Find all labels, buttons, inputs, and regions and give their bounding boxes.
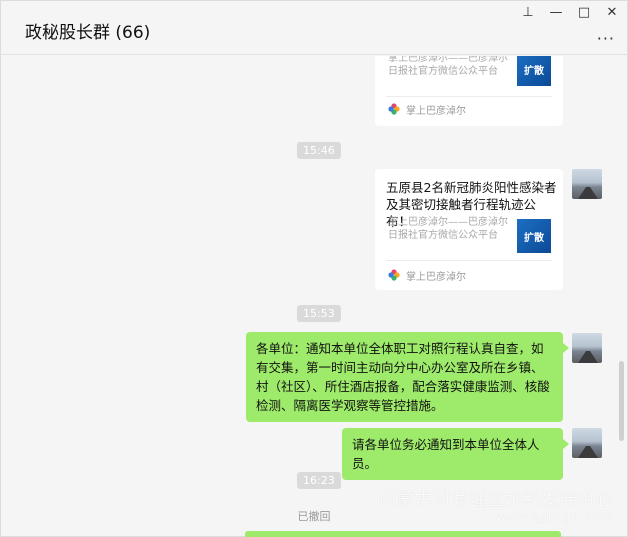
scrollbar[interactable] [619, 361, 624, 441]
chat-title: 政秘股长群 (66) [25, 23, 151, 43]
timestamp: 16:23 [297, 472, 341, 489]
avatar[interactable] [572, 333, 602, 363]
message-bubble[interactable]: 请各单位务必通知到本单位全体人员。 [342, 428, 569, 480]
card-thumbnail: 扩散 [517, 219, 551, 253]
more-options-button[interactable]: ··· [597, 29, 615, 48]
flower-logo-icon [388, 103, 400, 115]
card-description: 掌上巴彦淖尔——巴彦淖尔日报社官方微信公众平台 [388, 56, 508, 77]
maximize-button[interactable]: □ [573, 3, 595, 21]
timestamp: 15:53 [297, 305, 341, 322]
avatar[interactable] [572, 428, 602, 458]
timestamp: 15:46 [297, 142, 341, 159]
flower-logo-icon [388, 269, 400, 281]
card-divider [386, 96, 552, 97]
message-list[interactable]: 掌上巴彦淖尔——巴彦淖尔日报社官方微信公众平台 扩散 掌上巴彦淖尔 15:46 … [1, 56, 627, 537]
pin-icon[interactable]: ⊥ [517, 3, 539, 21]
card-description: 掌上巴彦淖尔——巴彦淖尔日报社官方微信公众平台 [388, 217, 508, 241]
close-button[interactable]: ✕ [601, 3, 623, 21]
minimize-button[interactable]: — [545, 3, 567, 21]
card-source-name: 掌上巴彦淖尔 [406, 272, 466, 283]
watermark-text: 内蒙古河套灌区水利发展中心 [379, 490, 613, 510]
chat-header: 政秘股长群 (66) ⊥ — □ ✕ ··· [1, 1, 627, 55]
chat-window: 政秘股长群 (66) ⊥ — □ ✕ ··· 掌上巴彦淖尔——巴彦淖尔日报社官方… [0, 0, 628, 537]
avatar[interactable] [572, 169, 602, 199]
message-bubble-partial [245, 531, 561, 537]
message-bubble[interactable]: 各单位：通知本单位全体职工对照行程认真自查，如有交集，第一时间主动向分中心办公室… [246, 332, 569, 422]
shared-article-card[interactable]: 掌上巴彦淖尔——巴彦淖尔日报社官方微信公众平台 扩散 掌上巴彦淖尔 [375, 56, 563, 126]
watermark-url: www.zghtgq.com [495, 510, 613, 524]
watermark: 内蒙古河套灌区水利发展中心 www.zghtgq.com [379, 485, 613, 524]
card-source-name: 掌上巴彦淖尔 [406, 106, 466, 117]
card-divider [386, 260, 552, 261]
shared-article-card[interactable]: 五原县2名新冠肺炎阳性感染者及其密切接触者行程轨迹公布！ 掌上巴彦淖尔——巴彦淖… [375, 169, 563, 290]
card-thumbnail: 扩散 [517, 56, 551, 86]
